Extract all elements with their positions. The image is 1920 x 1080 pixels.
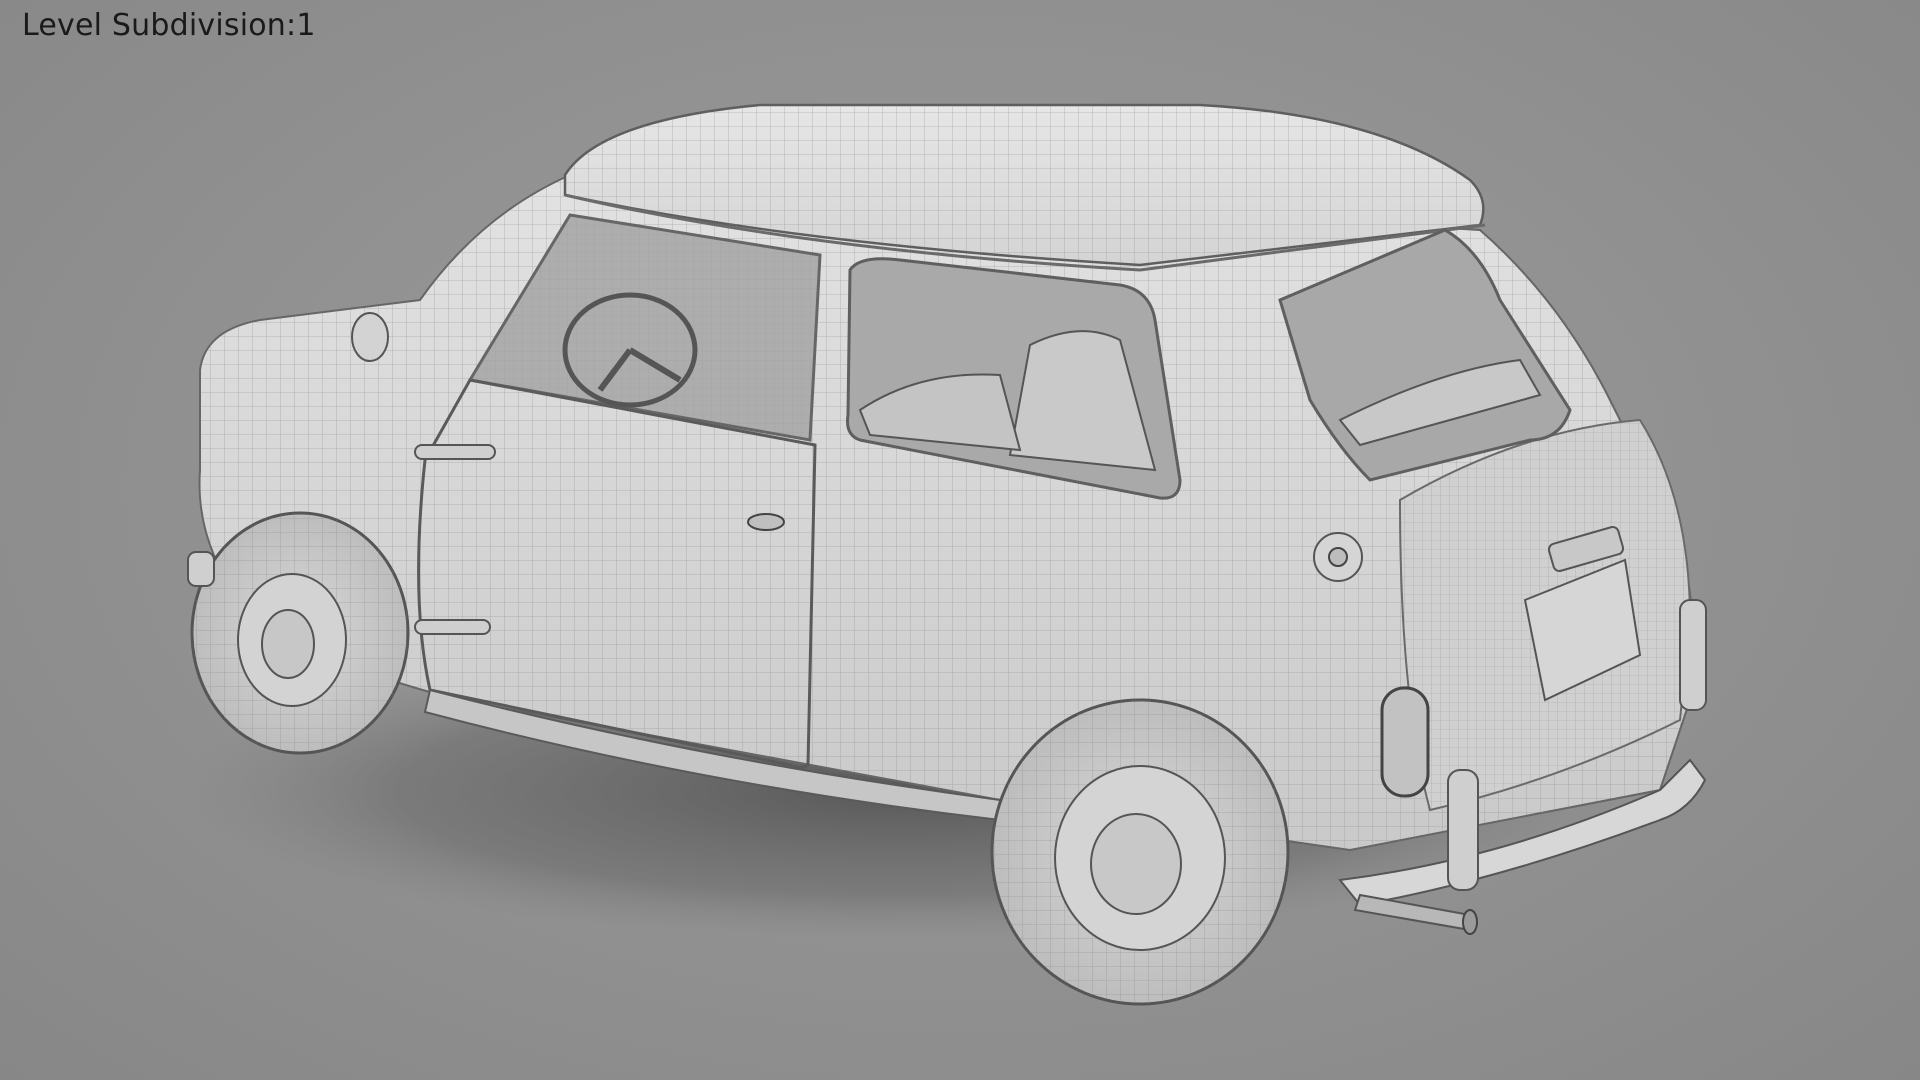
door-hinge-top: [414, 444, 496, 460]
render-viewport: Level Subdivision:1: [0, 0, 1920, 1080]
side-mirror: [351, 312, 389, 362]
rear-wheel: [990, 698, 1290, 1006]
front-bumper: [187, 551, 215, 587]
front-wheel: [190, 511, 410, 755]
door-handle: [747, 513, 785, 531]
door-hinge-bottom: [414, 619, 491, 635]
car-render: [180, 103, 1707, 1006]
